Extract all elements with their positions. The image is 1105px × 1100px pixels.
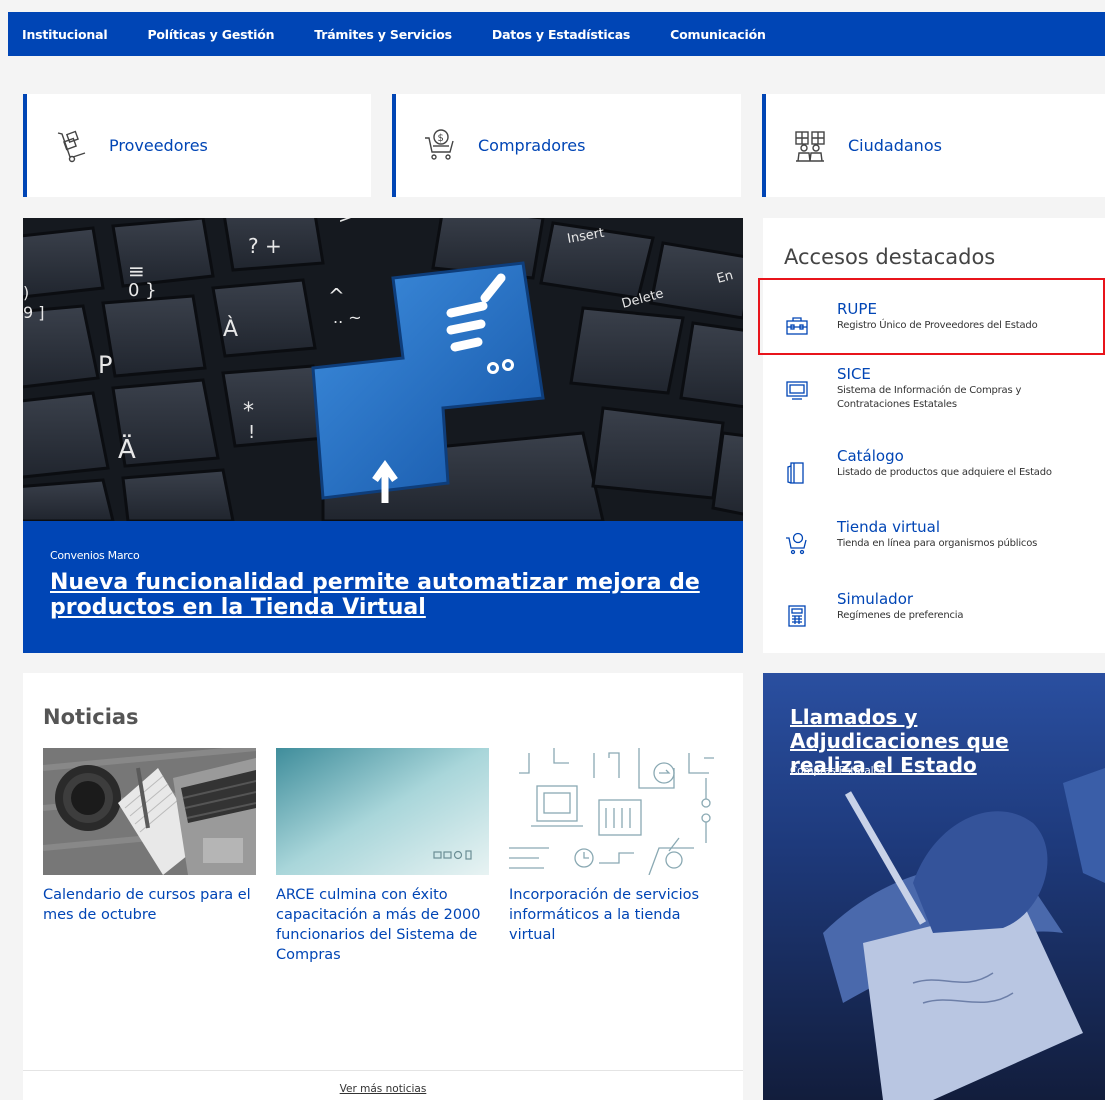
compradores-card[interactable]: $ Compradores (392, 94, 741, 197)
access-item-simulador[interactable]: Simulador Regímenes de preferencia (785, 590, 1105, 628)
access-desc-catalogo: Listado de productos que adquiere el Est… (837, 467, 1052, 478)
accesos-title: Accesos destacados (784, 245, 996, 269)
access-title-tienda-virtual: Tienda virtual (837, 518, 941, 536)
news-title: Incorporación de servicios informáticos … (509, 887, 700, 943)
news-title: Calendario de cursos para el mes de octu… (43, 887, 251, 923)
svg-text:>: > (338, 218, 355, 228)
top-navigation: Institucional Políticas y Gestión Trámit… (8, 12, 1105, 56)
ciudadanos-label: Ciudadanos (848, 136, 942, 155)
shopping-cart-dollar-icon: $ (425, 128, 454, 160)
svg-text:? +: ? + (248, 234, 282, 258)
svg-text:*: * (243, 399, 254, 424)
svg-text:Ä: Ä (118, 433, 136, 465)
hero-headline-link[interactable]: Nueva funcionalidad permite automatizar … (50, 570, 716, 620)
access-item-sice[interactable]: SICE Sistema de Información de Compras y… (785, 365, 1105, 412)
nav-tramites-servicios[interactable]: Trámites y Servicios (314, 27, 452, 42)
llamados-adjudicaciones-banner[interactable]: Llamados y Adjudicaciones que realiza el… (763, 673, 1105, 1100)
access-title-simulador: Simulador (837, 590, 914, 608)
book-icon (787, 462, 804, 484)
nav-datos-estadisticas[interactable]: Datos y Estadísticas (492, 27, 630, 42)
news-card[interactable]: Incorporación de servicios informáticos … (509, 748, 722, 945)
nav-institucional[interactable]: Institucional (22, 27, 108, 42)
nav-comunicacion[interactable]: Comunicación (670, 27, 766, 42)
news-card[interactable]: ARCE culmina con éxito capacitación a má… (276, 748, 489, 965)
access-desc-tienda-virtual: Tienda en línea para organismos públicos (837, 538, 1038, 549)
proveedores-label: Proveedores (109, 136, 208, 155)
access-title-catalogo: Catálogo (837, 447, 904, 465)
nav-politicas-gestion[interactable]: Políticas y Gestión (147, 27, 274, 42)
access-title-sice: SICE (837, 365, 871, 383)
llamados-subtitle: Compras Estatales (790, 765, 885, 777)
monitor-icon (786, 381, 808, 400)
noticias-title: Noticias (43, 705, 139, 729)
news-thumbnail (43, 748, 256, 875)
svg-text:0 }: 0 } (128, 280, 157, 301)
hero-banner[interactable]: ≡0 } ? + > )9 ] P À ^.. ~ Ä *! Insert De… (23, 218, 743, 653)
hero-kicker: Convenios Marco (50, 549, 140, 562)
svg-text:$: $ (438, 133, 444, 144)
proveedores-card[interactable]: Proveedores (23, 94, 371, 197)
svg-text:P: P (98, 351, 112, 379)
access-item-catalogo[interactable]: Catálogo Listado de productos que adquie… (785, 447, 1105, 485)
svg-text:^: ^ (328, 284, 345, 308)
compradores-label: Compradores (478, 136, 586, 155)
section-divider (23, 1070, 743, 1071)
keyboard-cart-illustration: ≡0 } ? + > )9 ] P À ^.. ~ Ä *! Insert De… (23, 218, 743, 521)
ciudadanos-card[interactable]: Ciudadanos (762, 94, 1105, 197)
news-thumbnail (276, 748, 489, 875)
access-desc-sice: Sistema de Información de Compras y Cont… (837, 385, 1022, 410)
access-item-tienda-virtual[interactable]: Tienda virtual Tienda en línea para orga… (785, 518, 1105, 556)
ver-mas-noticias-link[interactable]: Ver más noticias (23, 1083, 743, 1095)
svg-text:.. ~: .. ~ (333, 308, 362, 327)
news-card[interactable]: Calendario de cursos para el mes de octu… (43, 748, 256, 925)
hero-caption: Convenios Marco Nueva funcionalidad perm… (23, 521, 743, 653)
news-thumbnail (509, 748, 722, 875)
access-desc-simulador: Regímenes de preferencia (837, 610, 964, 621)
rupe-highlight-box (758, 278, 1105, 355)
svg-text:À: À (223, 316, 238, 342)
svg-text:9 ]: 9 ] (23, 303, 45, 322)
people-building-icon (795, 130, 825, 162)
svg-text:): ) (23, 283, 29, 302)
shopping-cart-icon (786, 532, 807, 555)
hand-truck-icon (57, 130, 86, 162)
noticias-section: Noticias Calendario de cursos para el me… (23, 673, 743, 1100)
calculator-icon (788, 605, 806, 627)
news-title: ARCE culmina con éxito capacitación a má… (276, 887, 481, 963)
svg-text:!: ! (248, 422, 255, 443)
